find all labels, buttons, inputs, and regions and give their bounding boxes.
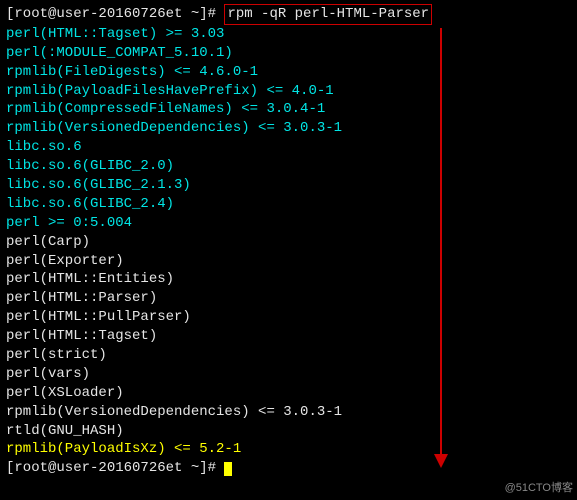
output-line: rpmlib(FileDigests) <= 4.6.0-1 <box>6 63 571 82</box>
prompt-prefix: [root@user-20160726et ~]# <box>6 6 224 22</box>
output-line: rtld(GNU_HASH) <box>6 422 571 441</box>
output-line: perl(HTML::PullParser) <box>6 308 571 327</box>
terminal-output: [root@user-20160726et ~]# rpm -qR perl-H… <box>6 4 571 478</box>
output-line: rpmlib(PayloadFilesHavePrefix) <= 4.0-1 <box>6 82 571 101</box>
output-line: libc.so.6(GLIBC_2.1.3) <box>6 176 571 195</box>
output-line: perl(:MODULE_COMPAT_5.10.1) <box>6 44 571 63</box>
output-line: perl(Carp) <box>6 233 571 252</box>
output-line: libc.so.6 <box>6 138 571 157</box>
prompt-line-2[interactable]: [root@user-20160726et ~]# <box>6 459 571 478</box>
output-line: perl(XSLoader) <box>6 384 571 403</box>
output-line: perl(HTML::Entities) <box>6 270 571 289</box>
output-line: perl(HTML::Parser) <box>6 289 571 308</box>
output-line: perl >= 0:5.004 <box>6 214 571 233</box>
watermark-text: @51CTO博客 <box>505 481 573 496</box>
prompt-prefix: [root@user-20160726et ~]# <box>6 460 224 476</box>
cursor-block <box>224 462 232 476</box>
output-line: rpmlib(VersionedDependencies) <= 3.0.3-1 <box>6 119 571 138</box>
output-line: perl(strict) <box>6 346 571 365</box>
output-line: perl(HTML::Tagset) >= 3.03 <box>6 25 571 44</box>
output-line: libc.so.6(GLIBC_2.4) <box>6 195 571 214</box>
annotation-arrow <box>440 28 442 466</box>
output-line: perl(HTML::Tagset) <box>6 327 571 346</box>
output-line: rpmlib(CompressedFileNames) <= 3.0.4-1 <box>6 100 571 119</box>
output-line: rpmlib(VersionedDependencies) <= 3.0.3-1 <box>6 403 571 422</box>
command-highlighted: rpm -qR perl-HTML-Parser <box>224 4 432 25</box>
output-line: libc.so.6(GLIBC_2.0) <box>6 157 571 176</box>
prompt-line-1[interactable]: [root@user-20160726et ~]# rpm -qR perl-H… <box>6 4 571 25</box>
output-line: perl(Exporter) <box>6 252 571 271</box>
output-line: rpmlib(PayloadIsXz) <= 5.2-1 <box>6 440 571 459</box>
output-line: perl(vars) <box>6 365 571 384</box>
